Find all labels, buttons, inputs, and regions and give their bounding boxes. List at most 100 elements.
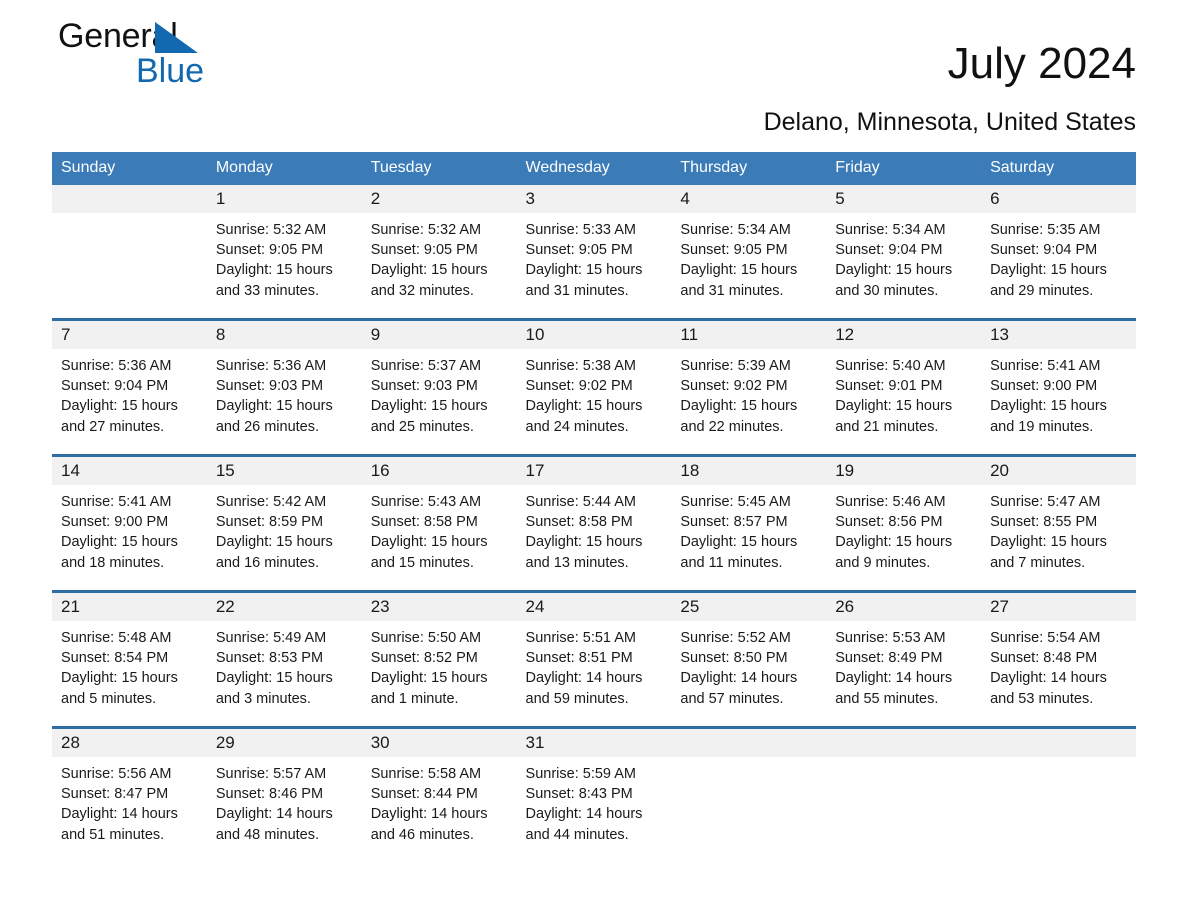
day-details: Sunrise: 5:32 AM Sunset: 9:05 PM Daylight:…: [362, 213, 517, 301]
day-details: Sunrise: 5:53 AM Sunset: 8:49 PM Daylight:…: [826, 621, 981, 709]
sunrise-text: Sunrise: 5:53 AM: [835, 630, 946, 646]
calendar-day-cell[interactable]: 13 Sunrise: 5:41 AM Sunset: 9:00 PM Dayligh…: [981, 321, 1136, 454]
day-number: 4: [671, 185, 827, 213]
daylight-text-line1: Daylight: 15 hours: [525, 262, 643, 279]
calendar-day-cell[interactable]: 26 Sunrise: 5:53 AM Sunset: 8:49 PM Dayligh…: [826, 593, 982, 726]
daylight-text-line2: and 25 minutes.: [370, 418, 474, 435]
daylight-text-line2: and 30 minutes.: [835, 282, 939, 299]
calendar-day-cell[interactable]: 14 Sunrise: 5:41 AM Sunset: 9:00 PM Dayligh…: [52, 457, 207, 590]
daylight-text-line1: Daylight: 14 hours: [61, 806, 178, 823]
day-details: Sunrise: 5:50 AM Sunset: 8:52 PM Daylight:…: [362, 621, 517, 709]
calendar-day-cell-empty: [52, 185, 207, 318]
logo-text-general: General: [58, 16, 288, 56]
daylight-text-line2: and 55 minutes.: [835, 690, 939, 707]
daylight-text-line2: and 53 minutes.: [990, 690, 1094, 707]
calendar-day-cell[interactable]: 16 Sunrise: 5:43 AM Sunset: 8:58 PM Dayligh…: [361, 457, 517, 590]
calendar-day-cell[interactable]: 4 Sunrise: 5:34 AM Sunset: 9:05 PM Daylight…: [671, 185, 827, 318]
sunset-text: Sunset: 8:56 PM: [835, 514, 943, 531]
daylight-text-line2: and 3 minutes.: [215, 690, 311, 707]
sunset-text: Sunset: 8:52 PM: [370, 650, 478, 667]
day-number: 14: [52, 457, 207, 485]
calendar-day-cell[interactable]: 17 Sunrise: 5:44 AM Sunset: 8:58 PM Dayligh…: [516, 457, 672, 590]
day-number: 30: [361, 729, 517, 757]
calendar-day-cell[interactable]: 20 Sunrise: 5:47 AM Sunset: 8:55 PM Dayligh…: [981, 457, 1136, 590]
sunrise-text: Sunrise: 5:37 AM: [370, 358, 482, 374]
calendar-day-cell[interactable]: 8 Sunrise: 5:36 AM Sunset: 9:03 PM Daylight…: [206, 321, 362, 454]
daylight-text-line2: and 9 minutes.: [835, 554, 931, 571]
day-details: Sunrise: 5:32 AM Sunset: 9:05 PM Daylight:…: [207, 213, 362, 301]
sunrise-text: Sunrise: 5:56 AM: [61, 766, 172, 782]
calendar-day-cell[interactable]: 30 Sunrise: 5:58 AM Sunset: 8:44 PM Dayligh…: [361, 729, 517, 862]
calendar-day-cell[interactable]: 10 Sunrise: 5:38 AM Sunset: 9:02 PM Dayligh…: [516, 321, 672, 454]
calendar-day-cell[interactable]: 22 Sunrise: 5:49 AM Sunset: 8:53 PM Dayligh…: [206, 593, 362, 726]
daylight-text-line1: Daylight: 15 hours: [370, 262, 488, 279]
sunset-text: Sunset: 8:48 PM: [990, 650, 1098, 667]
calendar-day-cell[interactable]: 18 Sunrise: 5:45 AM Sunset: 8:57 PM Dayligh…: [671, 457, 827, 590]
page-header: General Blue July 2024 Delano, Minnesota…: [52, 0, 1136, 152]
page-title: July 2024: [947, 39, 1136, 88]
weekday-header-thursday: Thursday: [671, 152, 827, 185]
calendar-day-cell[interactable]: 7 Sunrise: 5:36 AM Sunset: 9:04 PM Daylight…: [52, 321, 207, 454]
daylight-text-line1: Daylight: 15 hours: [61, 670, 178, 687]
calendar-day-cell[interactable]: 31 Sunrise: 5:59 AM Sunset: 8:43 PM Dayligh…: [516, 729, 672, 862]
daylight-text-line1: Daylight: 14 hours: [680, 670, 798, 687]
calendar-day-cell[interactable]: 28 Sunrise: 5:56 AM Sunset: 8:47 PM Dayligh…: [52, 729, 207, 862]
day-number: 3: [516, 185, 672, 213]
day-details: Sunrise: 5:39 AM Sunset: 9:02 PM Daylight:…: [671, 349, 826, 437]
calendar-day-cell[interactable]: 19 Sunrise: 5:46 AM Sunset: 8:56 PM Dayligh…: [826, 457, 982, 590]
day-number: 31: [516, 729, 672, 757]
sunrise-text: Sunrise: 5:57 AM: [215, 766, 327, 782]
daylight-text-line2: and 29 minutes.: [990, 282, 1094, 299]
calendar-day-cell[interactable]: 5 Sunrise: 5:34 AM Sunset: 9:04 PM Daylight…: [826, 185, 982, 318]
sunset-text: Sunset: 9:05 PM: [370, 242, 478, 259]
day-number: [981, 729, 1136, 757]
daylight-text-line2: and 46 minutes.: [370, 826, 474, 843]
daylight-text-line1: Daylight: 15 hours: [680, 262, 798, 279]
calendar-day-cell[interactable]: 27 Sunrise: 5:54 AM Sunset: 8:48 PM Dayligh…: [981, 593, 1136, 726]
calendar-week-row: 7 Sunrise: 5:36 AM Sunset: 9:04 PM Daylight…: [52, 318, 1136, 456]
day-details: Sunrise: 5:46 AM Sunset: 8:56 PM Daylight:…: [826, 485, 981, 573]
calendar-day-cell[interactable]: 12 Sunrise: 5:40 AM Sunset: 9:01 PM Dayligh…: [826, 321, 982, 454]
sunrise-text: Sunrise: 5:42 AM: [215, 494, 327, 510]
daylight-text-line2: and 26 minutes.: [215, 418, 320, 435]
calendar-day-cell[interactable]: 15 Sunrise: 5:42 AM Sunset: 8:59 PM Dayligh…: [206, 457, 362, 590]
day-number: 5: [826, 185, 982, 213]
daylight-text-line1: Daylight: 15 hours: [370, 398, 488, 415]
calendar-day-cell[interactable]: 9 Sunrise: 5:37 AM Sunset: 9:03 PM Daylight…: [361, 321, 517, 454]
sunrise-text: Sunrise: 5:51 AM: [525, 630, 636, 646]
day-details: Sunrise: 5:44 AM Sunset: 8:58 PM Daylight:…: [517, 485, 672, 573]
sunrise-text: Sunrise: 5:41 AM: [61, 494, 172, 510]
calendar-day-cell[interactable]: 1 Sunrise: 5:32 AM Sunset: 9:05 PM Daylight…: [206, 185, 362, 318]
sunset-text: Sunset: 9:04 PM: [835, 242, 943, 259]
sunrise-text: Sunrise: 5:35 AM: [990, 222, 1101, 238]
daylight-text-line2: and 57 minutes.: [680, 690, 784, 707]
calendar-day-cell[interactable]: 11 Sunrise: 5:39 AM Sunset: 9:02 PM Dayligh…: [671, 321, 827, 454]
calendar-day-cell[interactable]: 25 Sunrise: 5:52 AM Sunset: 8:50 PM Dayligh…: [671, 593, 827, 726]
calendar-day-cell[interactable]: 29 Sunrise: 5:57 AM Sunset: 8:46 PM Dayligh…: [206, 729, 362, 862]
calendar-week-row: 21 Sunrise: 5:48 AM Sunset: 8:54 PM Dayligh…: [52, 590, 1136, 728]
general-blue-logo[interactable]: General Blue: [58, 16, 288, 96]
sunset-text: Sunset: 8:53 PM: [215, 650, 324, 667]
daylight-text-line1: Daylight: 15 hours: [835, 262, 953, 279]
daylight-text-line1: Daylight: 14 hours: [525, 670, 643, 687]
calendar-day-cell[interactable]: 2 Sunrise: 5:32 AM Sunset: 9:05 PM Daylight…: [361, 185, 517, 318]
sunrise-text: Sunrise: 5:32 AM: [370, 222, 482, 238]
sunset-text: Sunset: 9:04 PM: [990, 242, 1098, 259]
weekday-header-tuesday: Tuesday: [361, 152, 517, 185]
sunrise-text: Sunrise: 5:36 AM: [215, 358, 327, 374]
day-details: Sunrise: 5:54 AM Sunset: 8:48 PM Daylight:…: [981, 621, 1136, 709]
day-number: 18: [671, 457, 827, 485]
daylight-text-line2: and 13 minutes.: [525, 554, 629, 571]
day-number: 15: [206, 457, 362, 485]
sunset-text: Sunset: 8:57 PM: [680, 514, 788, 531]
calendar-day-cell[interactable]: 21 Sunrise: 5:48 AM Sunset: 8:54 PM Dayligh…: [52, 593, 207, 726]
calendar-day-cell-empty: [981, 729, 1136, 862]
calendar-day-cell[interactable]: 24 Sunrise: 5:51 AM Sunset: 8:51 PM Dayligh…: [516, 593, 672, 726]
calendar-day-cell[interactable]: 3 Sunrise: 5:33 AM Sunset: 9:05 PM Daylight…: [516, 185, 672, 318]
sunrise-text: Sunrise: 5:45 AM: [680, 494, 791, 510]
calendar-day-cell[interactable]: 6 Sunrise: 5:35 AM Sunset: 9:04 PM Daylight…: [981, 185, 1136, 318]
calendar-day-cell[interactable]: 23 Sunrise: 5:50 AM Sunset: 8:52 PM Dayligh…: [361, 593, 517, 726]
daylight-text-line1: Daylight: 14 hours: [990, 670, 1107, 687]
day-details: Sunrise: 5:36 AM Sunset: 9:04 PM Daylight:…: [52, 349, 207, 437]
daylight-text-line1: Daylight: 15 hours: [370, 670, 488, 687]
